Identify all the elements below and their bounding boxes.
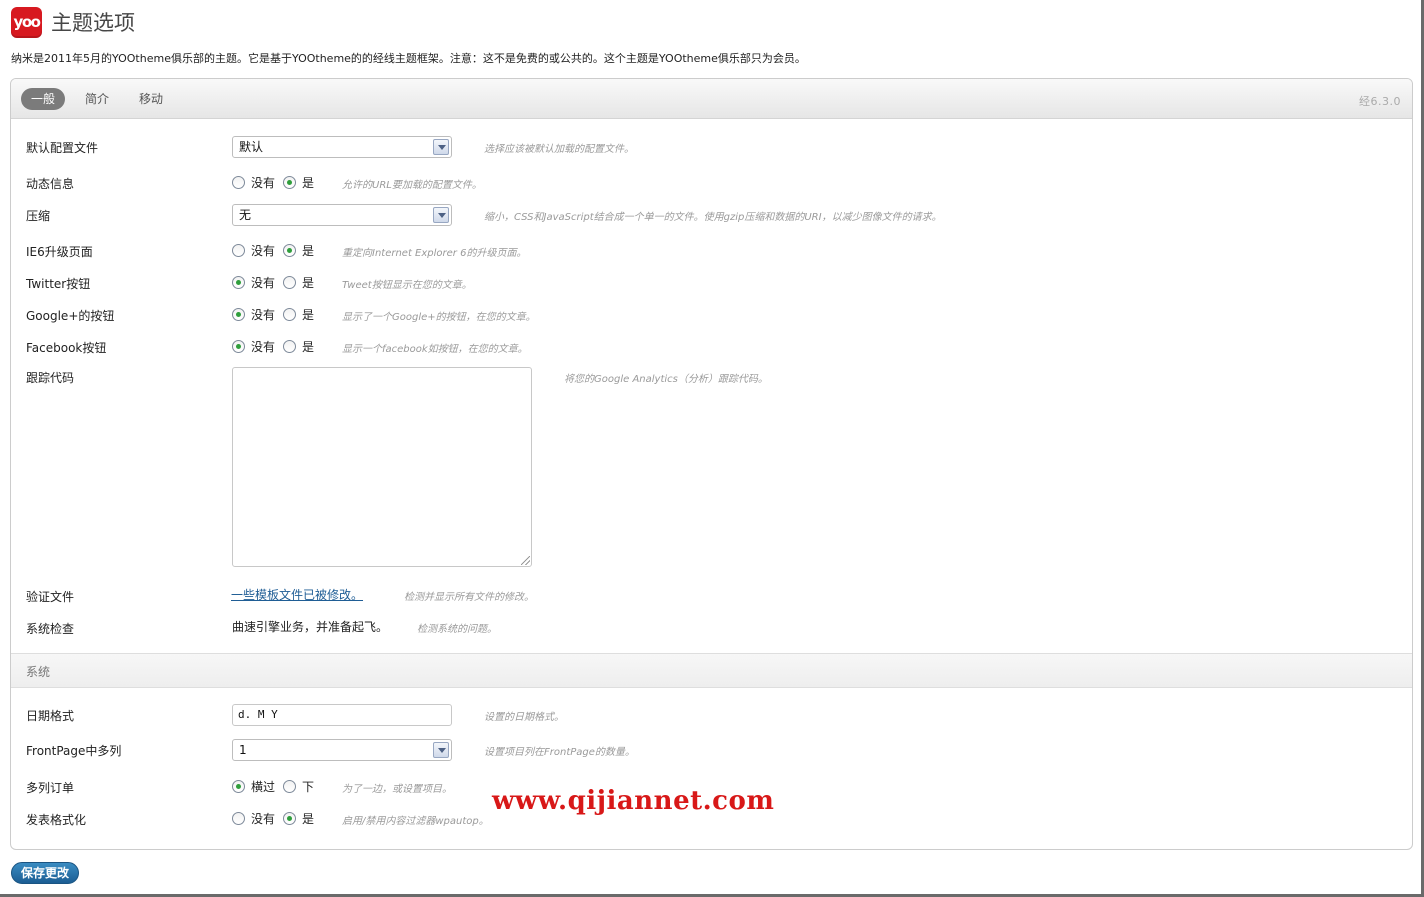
ie6-radio-yes[interactable] — [283, 244, 297, 257]
twitter-label: Twitter按钮 — [26, 277, 91, 291]
system-check-status: 曲速引擎业务，并准备起飞。 — [232, 620, 389, 634]
ie6-option-no: 没有 — [251, 244, 276, 258]
verify-files-label: 验证文件 — [26, 590, 75, 604]
system-check-hint: 检测系统的问题。 — [417, 624, 497, 635]
tracking-code-textarea[interactable] — [232, 367, 532, 567]
ie6-upgrade-label: IE6升级页面 — [26, 245, 93, 259]
post-format-option-no: 没有 — [251, 812, 276, 826]
column-order-label: 多列订单 — [26, 781, 75, 795]
facebook-option-yes: 是 — [302, 340, 315, 354]
twitter-hint: Tweet按钮显示在您的文章。 — [342, 280, 472, 291]
yoo-logo: yoo — [11, 6, 42, 38]
system-section-title: 系统 — [26, 665, 51, 679]
tab-profiles[interactable]: 简介 — [75, 88, 119, 110]
post-format-radio-no[interactable] — [232, 812, 245, 825]
version-label: 经6.3.0 — [1359, 95, 1401, 108]
post-format-label: 发表格式化 — [26, 813, 87, 827]
googleplus-hint: 显示了一个Google+的按钮，在您的文章。 — [342, 312, 536, 323]
post-format-hint: 启用/禁用内容过滤器wpautop。 — [342, 816, 489, 827]
tab-mobile[interactable]: 移动 — [129, 88, 173, 110]
post-format-radio-yes[interactable] — [283, 812, 297, 825]
facebook-option-no: 没有 — [251, 340, 276, 354]
twitter-option-no: 没有 — [251, 276, 276, 290]
page-header: yoo 主题选项 — [11, 6, 135, 38]
save-changes-button[interactable]: 保存更改 — [11, 862, 80, 884]
column-order-radio-down[interactable] — [283, 780, 297, 793]
ie6-upgrade-radios: 没有 是 — [232, 242, 322, 259]
post-format-radios: 没有 是 — [232, 810, 322, 827]
date-format-input[interactable]: d. M Y — [232, 704, 452, 726]
googleplus-radio-no[interactable] — [232, 308, 245, 321]
frontpage-columns-value: 1 — [239, 743, 247, 757]
date-format-label: 日期格式 — [26, 709, 75, 723]
modified-files-link[interactable]: 一些模板文件已被修改。 — [231, 586, 363, 603]
frontpage-columns-label: FrontPage中多列 — [26, 744, 122, 758]
verify-files-hint: 检测并显示所有文件的修改。 — [404, 592, 534, 603]
default-profile-hint: 选择应该被默认加载的配置文件。 — [484, 144, 634, 155]
dynamic-info-option-yes: 是 — [302, 176, 315, 190]
dynamic-info-label: 动态信息 — [26, 177, 75, 191]
twitter-radios: 没有 是 — [232, 274, 322, 291]
chevron-down-icon[interactable] — [433, 742, 449, 758]
facebook-radios: 没有 是 — [232, 338, 322, 355]
column-order-radios: 横过 下 — [232, 778, 322, 795]
twitter-option-yes: 是 — [302, 276, 315, 290]
system-check-label: 系统检查 — [26, 622, 75, 636]
facebook-radio-yes[interactable] — [283, 340, 297, 353]
dynamic-info-radio-no[interactable] — [232, 176, 245, 189]
default-profile-value: 默认 — [239, 140, 264, 154]
chevron-down-icon[interactable] — [433, 139, 449, 155]
facebook-label: Facebook按钮 — [26, 341, 107, 355]
compression-value: 无 — [239, 208, 252, 222]
dynamic-info-radios: 没有 是 — [232, 174, 322, 191]
facebook-hint: 显示一个facebook如按钮，在您的文章。 — [342, 344, 528, 355]
ie6-radio-no[interactable] — [232, 244, 245, 257]
options-panel: 一般 简介 移动 经6.3.0 默认配置文件 默认 选择应该被默认加载的配置文件… — [10, 78, 1413, 850]
resize-grip-icon[interactable] — [521, 556, 530, 565]
googleplus-radios: 没有 是 — [232, 306, 322, 323]
ie6-upgrade-hint: 重定向Internet Explorer 6的升级页面。 — [342, 248, 527, 259]
tracking-code-label: 跟踪代码 — [26, 371, 75, 385]
twitter-radio-no[interactable] — [232, 276, 245, 289]
intro-text: 纳米是2011年5月的YOOtheme俱乐部的主题。它是基于YOOtheme的的… — [11, 52, 806, 65]
tracking-code-hint: 将您的Google Analytics（分析）跟踪代码。 — [564, 374, 768, 385]
tab-bar: 一般 简介 移动 经6.3.0 — [11, 79, 1412, 119]
googleplus-option-yes: 是 — [302, 308, 315, 322]
googleplus-option-no: 没有 — [251, 308, 276, 322]
facebook-radio-no[interactable] — [232, 340, 245, 353]
googleplus-radio-yes[interactable] — [283, 308, 297, 321]
column-order-option-across: 横过 — [251, 780, 276, 794]
compression-label: 压缩 — [26, 209, 51, 223]
frontpage-columns-select[interactable]: 1 — [232, 739, 452, 761]
tab-general[interactable]: 一般 — [21, 88, 66, 110]
column-order-option-down: 下 — [302, 780, 315, 794]
dynamic-info-hint: 允许的URL要加载的配置文件。 — [342, 180, 482, 191]
googleplus-label: Google+的按钮 — [26, 309, 115, 323]
dynamic-info-radio-yes[interactable] — [283, 176, 297, 189]
compression-select[interactable]: 无 — [232, 204, 452, 226]
ie6-option-yes: 是 — [302, 244, 315, 258]
frontpage-columns-hint: 设置项目列在FrontPage的数量。 — [484, 747, 635, 758]
date-format-hint: 设置的日期格式。 — [484, 712, 564, 723]
compression-hint: 缩小，CSS和JavaScript结合成一个单一的文件。使用gzip压缩和数据的… — [484, 212, 942, 223]
system-section-header: 系统 — [11, 653, 1412, 688]
dynamic-info-option-no: 没有 — [251, 176, 276, 190]
default-profile-label: 默认配置文件 — [26, 141, 99, 155]
page-title: 主题选项 — [51, 11, 135, 35]
default-profile-select[interactable]: 默认 — [232, 136, 452, 158]
chevron-down-icon[interactable] — [433, 207, 449, 223]
column-order-radio-across[interactable] — [232, 780, 245, 793]
site-watermark: www.qijiannet.com — [492, 786, 775, 816]
twitter-radio-yes[interactable] — [283, 276, 297, 289]
column-order-hint: 为了一边，或设置项目。 — [342, 784, 452, 795]
post-format-option-yes: 是 — [302, 812, 315, 826]
